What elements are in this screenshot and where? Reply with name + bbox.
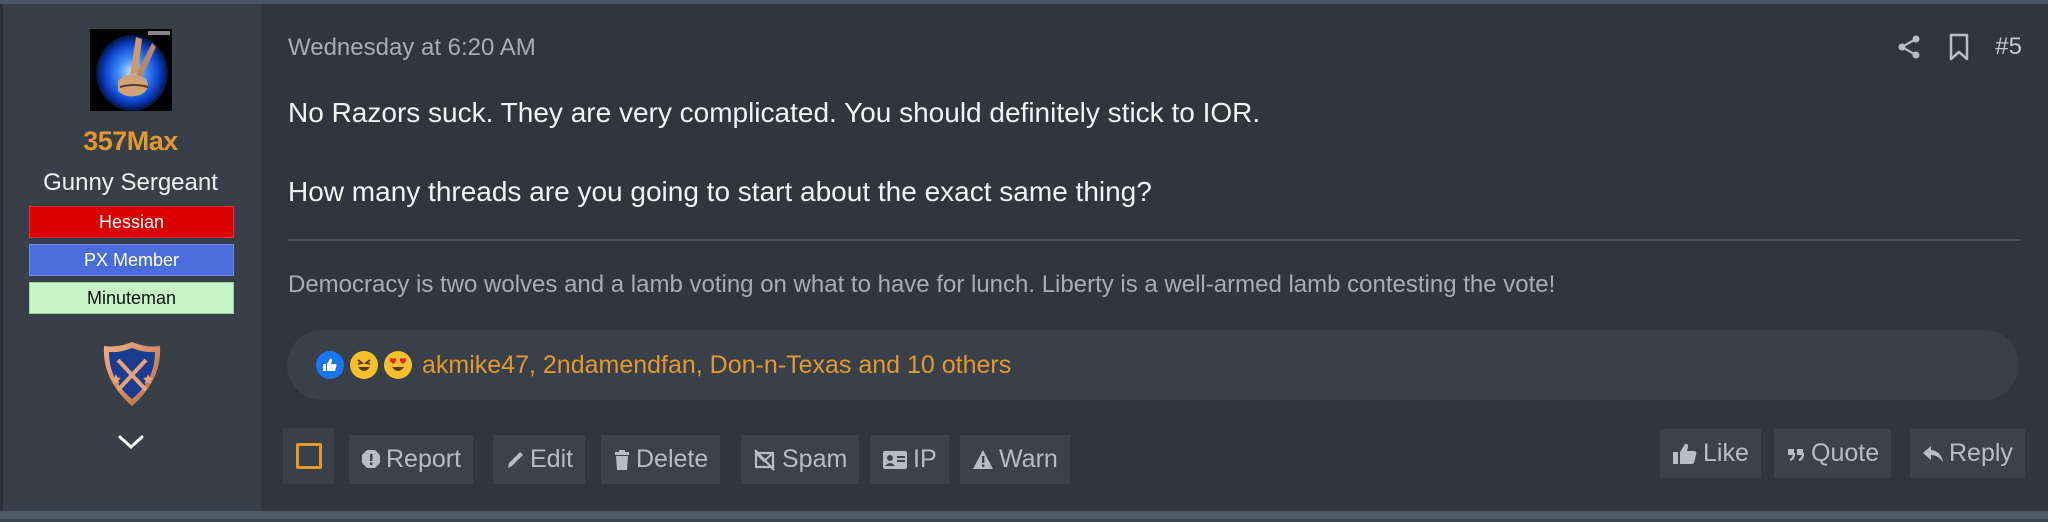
post-message-line: No Razors suck. They are very complicate… xyxy=(288,97,1261,128)
ip-button[interactable]: IP xyxy=(870,435,949,484)
report-button[interactable]: Report xyxy=(349,435,474,484)
id-card-icon xyxy=(883,450,907,469)
love-reaction-icon[interactable] xyxy=(384,351,412,379)
quote-label: Quote xyxy=(1811,439,1880,467)
spam-icon xyxy=(754,448,775,471)
banner-minuteman: Minuteman xyxy=(29,282,234,314)
banner-hessian: Hessian xyxy=(29,206,234,238)
bookmark-icon[interactable] xyxy=(1945,32,1973,62)
avatar[interactable] xyxy=(90,29,172,111)
like-reaction-icon[interactable] xyxy=(316,351,344,379)
delete-label: Delete xyxy=(636,445,709,473)
signature-divider xyxy=(288,239,2020,241)
reply-label: Reply xyxy=(1949,439,2013,467)
post-timestamp[interactable]: Wednesday at 6:20 AM xyxy=(288,34,536,62)
reaction-users-link[interactable]: akmike47, 2ndamendfan, Don-n-Texas and 1… xyxy=(422,351,1011,380)
crossed-rifles-shield-icon[interactable] xyxy=(100,340,164,408)
quote-icon xyxy=(1788,448,1805,461)
author-title: Gunny Sergeant xyxy=(43,169,218,196)
author-username[interactable]: 357Max xyxy=(0,126,261,157)
chevron-down-icon[interactable] xyxy=(116,432,146,452)
quote-button[interactable]: Quote xyxy=(1774,429,1892,478)
pencil-icon xyxy=(508,451,523,468)
post-container: 357Max Gunny Sergeant Hessian PX Member … xyxy=(0,0,2048,522)
post-action-bar: Report Edit Delete Spam IP Warn Like Quo… xyxy=(283,428,2025,484)
post-number-link[interactable]: #5 xyxy=(1995,33,2022,61)
checkbox-box xyxy=(295,443,322,469)
top-border xyxy=(0,0,2048,4)
report-label: Report xyxy=(386,445,462,473)
post-tools: #5 xyxy=(1895,32,2022,62)
report-icon xyxy=(362,449,380,468)
bottom-border xyxy=(0,511,2048,522)
reply-button[interactable]: Reply xyxy=(1910,429,2025,478)
spam-label: Spam xyxy=(782,445,848,473)
reply-icon xyxy=(1923,445,1943,462)
select-post-checkbox[interactable] xyxy=(283,428,334,484)
like-button[interactable]: Like xyxy=(1660,429,1761,478)
banner-px-member: PX Member xyxy=(29,244,234,276)
warn-button[interactable]: Warn xyxy=(960,435,1070,484)
haha-reaction-icon[interactable] xyxy=(350,351,378,379)
delete-button[interactable]: Delete xyxy=(601,435,721,484)
trash-icon xyxy=(615,449,629,470)
spam-button[interactable]: Spam xyxy=(741,435,860,484)
ip-label: IP xyxy=(913,445,937,473)
avatar-coyote-image xyxy=(90,29,172,111)
edit-button[interactable]: Edit xyxy=(493,435,586,484)
post-message-line: How many threads are you going to start … xyxy=(288,176,1152,207)
sidebar-edge xyxy=(0,4,3,511)
thumbs-up-icon xyxy=(1673,443,1697,464)
like-label: Like xyxy=(1703,439,1749,467)
warning-icon xyxy=(973,449,993,469)
edit-label: Edit xyxy=(530,445,574,473)
reactions-bar: akmike47, 2ndamendfan, Don-n-Texas and 1… xyxy=(287,330,2019,400)
warn-label: Warn xyxy=(999,445,1058,473)
share-icon[interactable] xyxy=(1895,32,1923,62)
signature-text: Democracy is two wolves and a lamb votin… xyxy=(288,271,1556,298)
